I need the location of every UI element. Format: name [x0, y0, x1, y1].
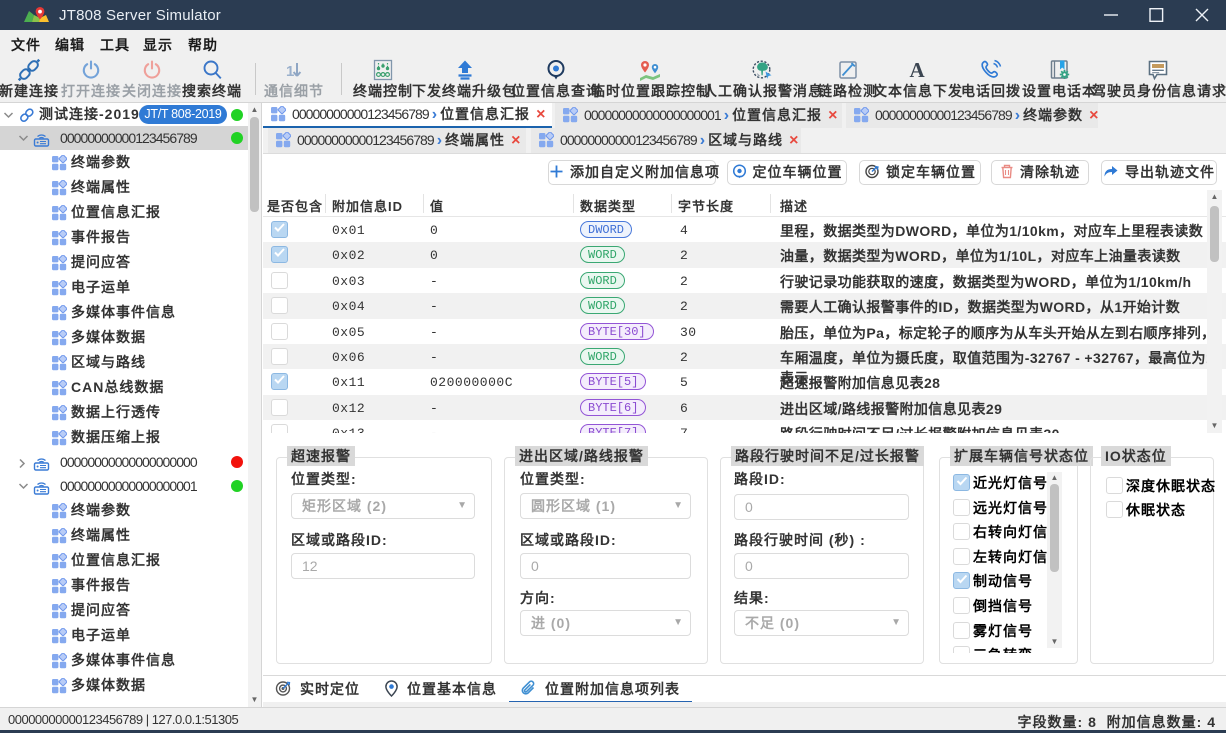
svg-text:A: A: [910, 58, 926, 82]
svg-text:1: 1: [286, 63, 294, 80]
